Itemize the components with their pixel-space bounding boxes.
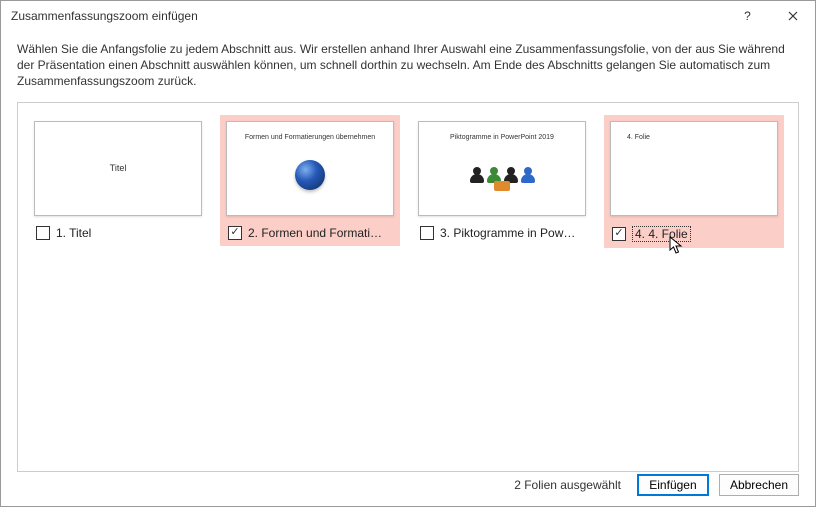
slide-label: 4. 4. Folie xyxy=(632,226,691,242)
cancel-button-label: Abbrechen xyxy=(730,478,788,492)
slide-option-3[interactable]: Piktogramme in PowerPoint 2019 3. Piktog… xyxy=(412,115,592,246)
dialog-footer: 2 Folien ausgewählt Einfügen Abbrechen xyxy=(514,474,799,496)
slide-label: 1. Titel xyxy=(56,226,91,240)
close-icon xyxy=(788,11,798,21)
selection-status: 2 Folien ausgewählt xyxy=(514,478,621,492)
thumb-text: Piktogramme in PowerPoint 2019 xyxy=(419,134,585,141)
dialog-description: Wählen Sie die Anfangsfolie zu jedem Abs… xyxy=(1,31,815,98)
thumb-text: Formen und Formatierungen übernehmen xyxy=(227,134,393,141)
pictogram-graphic xyxy=(470,167,535,183)
slide-option-2[interactable]: Formen und Formatierungen übernehmen 2. … xyxy=(220,115,400,246)
slide-checkbox[interactable] xyxy=(228,226,242,240)
slide-caption: 1. Titel xyxy=(34,226,202,240)
titlebar: Zusammenfassungszoom einfügen ? xyxy=(1,1,815,31)
slide-checkbox[interactable] xyxy=(420,226,434,240)
slide-thumbnail: 4. Folie xyxy=(610,121,778,216)
slide-checkbox[interactable] xyxy=(612,227,626,241)
slide-option-4[interactable]: 4. Folie 4. 4. Folie xyxy=(604,115,784,248)
slide-label: 2. Formen und Formatier... xyxy=(248,226,388,240)
slide-label: 3. Piktogramme in Power... xyxy=(440,226,580,240)
slide-thumbnail: Formen und Formatierungen übernehmen xyxy=(226,121,394,216)
slide-caption: 2. Formen und Formatier... xyxy=(226,226,394,240)
thumb-text: Titel xyxy=(110,163,127,173)
slide-checkbox[interactable] xyxy=(36,226,50,240)
slide-thumbnail: Titel xyxy=(34,121,202,216)
insert-button[interactable]: Einfügen xyxy=(637,474,709,496)
insert-button-label: Einfügen xyxy=(649,478,696,492)
thumb-text: 4. Folie xyxy=(627,134,650,141)
cancel-button[interactable]: Abbrechen xyxy=(719,474,799,496)
window-title: Zusammenfassungszoom einfügen xyxy=(11,9,725,23)
slide-picker-panel: Titel 1. Titel Formen und Formatierungen… xyxy=(17,102,799,472)
help-button[interactable]: ? xyxy=(725,1,770,31)
slide-caption: 3. Piktogramme in Power... xyxy=(418,226,586,240)
sphere-graphic xyxy=(295,160,325,190)
close-button[interactable] xyxy=(770,1,815,31)
slide-caption: 4. 4. Folie xyxy=(610,226,778,242)
slide-thumbnail: Piktogramme in PowerPoint 2019 xyxy=(418,121,586,216)
slide-option-1[interactable]: Titel 1. Titel xyxy=(28,115,208,246)
